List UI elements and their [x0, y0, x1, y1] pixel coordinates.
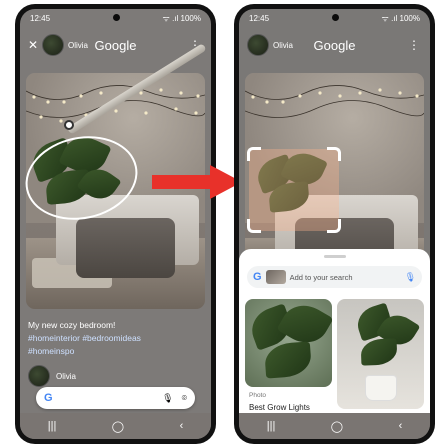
result-title[interactable]: Best Grow Lights [249, 403, 310, 412]
caption-text: My new cozy bedroom! [28, 320, 116, 330]
back-button[interactable]: ‹ [180, 420, 184, 432]
selection-crop[interactable] [247, 147, 341, 233]
hashtags-line2[interactable]: #homeinspo [28, 345, 203, 358]
comparison-stage: 12:45 ᯤ .ıl 100% ✕ Olivia Google ⋮ My ne… [0, 0, 442, 447]
back-button[interactable]: ‹ [399, 420, 403, 432]
crop-handle-bottom-right[interactable] [327, 219, 341, 233]
recents-button[interactable]: ||| [48, 420, 57, 432]
result-card[interactable] [337, 299, 424, 409]
username: Olivia [68, 40, 89, 50]
more-icon[interactable]: ⋮ [408, 39, 420, 51]
search-actions: 🎙 ⌾ [162, 393, 187, 404]
result-card[interactable] [245, 299, 332, 387]
close-icon[interactable]: ✕ [28, 38, 42, 52]
visual-results [245, 299, 424, 409]
status-time: 12:45 [249, 13, 270, 23]
nav-bar: ||| ◯ ‹ [20, 413, 211, 439]
blanket [76, 218, 175, 278]
author-row[interactable]: Olivia [28, 365, 76, 387]
google-logo-icon: G [44, 392, 53, 404]
home-button[interactable]: ◯ [331, 420, 343, 433]
mic-icon[interactable]: 🎙 [405, 272, 416, 283]
status-time: 12:45 [30, 13, 51, 23]
home-button[interactable]: ◯ [112, 420, 124, 433]
search-placeholder: Add to your search [289, 272, 353, 282]
username: Olivia [273, 40, 294, 50]
google-search-bar[interactable]: G 🎙 ⌾ [36, 387, 195, 409]
results-sheet: G Add to your search 🎙 Photo Best Grow L… [239, 249, 430, 413]
recents-button[interactable]: ||| [267, 420, 276, 432]
plant-leaf [360, 338, 398, 366]
phone-after: 12:45 ᯤ .ıl 100% Olivia Google ⋮ G Add t… [234, 4, 435, 444]
selection-thumbnail [265, 270, 286, 284]
arrow-right-icon [152, 165, 242, 199]
top-bar: Olivia Google ⋮ [239, 31, 430, 59]
lens-icon[interactable]: ⌾ [182, 393, 187, 404]
avatar[interactable] [247, 34, 269, 56]
author-name: Olivia [56, 371, 77, 381]
phone-before: 12:45 ᯤ .ıl 100% ✕ Olivia Google ⋮ My ne… [15, 4, 216, 444]
crop-handle-bottom-left[interactable] [247, 219, 261, 233]
post-caption: My new cozy bedroom! #homeinterior #bedr… [28, 319, 203, 358]
crop-handle-top-right[interactable] [327, 147, 341, 161]
screen-after: 12:45 ᯤ .ıl 100% Olivia Google ⋮ G Add t… [239, 9, 430, 439]
author-avatar[interactable] [28, 365, 50, 387]
stylus-tip [64, 120, 74, 130]
mic-icon[interactable]: 🎙 [162, 393, 173, 404]
status-icons: ᯤ .ıl 100% [162, 13, 201, 23]
plant-pot [365, 375, 397, 401]
string-lights [245, 85, 424, 118]
avatar[interactable] [42, 34, 64, 56]
status-icons: ᯤ .ıl 100% [381, 13, 420, 23]
nav-bar: ||| ◯ ‹ [239, 413, 430, 439]
plant-leaf [263, 341, 313, 379]
sheet-drag-handle[interactable] [323, 255, 346, 258]
sheet-search-field[interactable]: G Add to your search 🎙 [247, 266, 422, 288]
google-logo-icon: G [253, 271, 262, 283]
crop-handle-top-left[interactable] [247, 147, 261, 161]
hashtags-line1[interactable]: #homeinterior #bedroomideas [28, 332, 203, 345]
camera-cutout [112, 14, 120, 21]
result-source: Photo [249, 392, 266, 399]
screen-before: 12:45 ᯤ .ıl 100% ✕ Olivia Google ⋮ My ne… [20, 9, 211, 439]
camera-cutout [331, 14, 339, 21]
